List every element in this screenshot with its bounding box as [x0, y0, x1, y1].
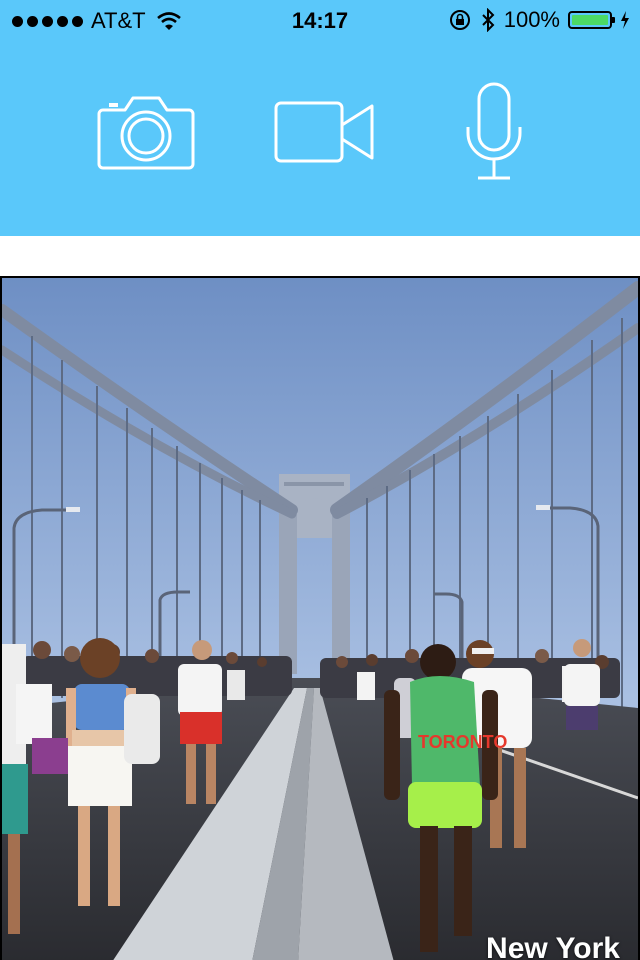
svg-text:TORONTO: TORONTO: [418, 732, 507, 752]
photo-caption: New York: [486, 932, 620, 960]
photo-frame[interactable]: TORONTO New York: [0, 276, 640, 960]
camera-icon: [97, 96, 195, 170]
charging-icon: [621, 11, 629, 29]
battery-fill: [572, 15, 608, 25]
video-camera-icon: [274, 101, 374, 163]
top-panel: AT&T 14:17 100%: [0, 0, 640, 236]
rotation-lock-icon: [449, 10, 470, 30]
battery-icon: [568, 11, 615, 29]
bluetooth-icon: [482, 8, 495, 32]
video-button[interactable]: [272, 80, 376, 184]
microphone-button[interactable]: [462, 80, 526, 184]
status-right-group: 100%: [448, 7, 630, 33]
camera-button[interactable]: [94, 80, 198, 184]
microphone-icon: [466, 82, 522, 180]
bridge-marathon-photo: TORONTO: [2, 278, 638, 960]
battery-percent: 100%: [503, 7, 560, 32]
status-bar: AT&T 14:17 100%: [0, 0, 640, 40]
